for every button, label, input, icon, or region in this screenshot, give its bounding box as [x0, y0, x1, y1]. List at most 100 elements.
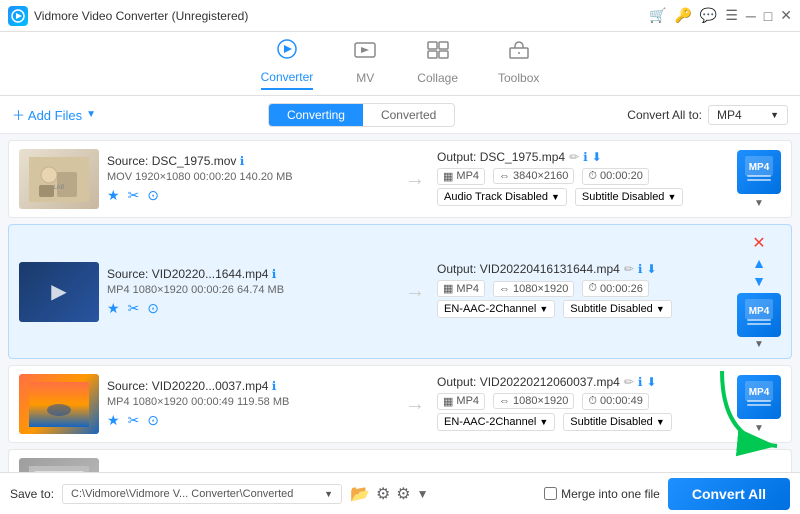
delete-btn-2[interactable]: ✕ [752, 233, 765, 253]
output-track-row-3: EN-AAC-2Channel ▼ Subtitle Disabled ▼ [437, 413, 723, 431]
key-icon[interactable]: 🔑 [674, 7, 691, 24]
chat-icon[interactable]: 💬 [700, 7, 717, 24]
output-download-icon-3[interactable]: ⬇ [646, 375, 656, 389]
audio-track-select-2[interactable]: EN-AAC-2Channel ▼ [437, 300, 555, 318]
output-info-icon-3[interactable]: ℹ [638, 375, 643, 389]
output-track-row-1: Audio Track Disabled ▼ Subtitle Disabled… [437, 188, 723, 206]
arrow-icon-1: → [405, 168, 425, 191]
star-icon-3[interactable]: ★ [107, 412, 120, 429]
merge-checkbox-group: Merge into one file [544, 487, 660, 501]
format-badge-3: ▦ MP4 [437, 393, 485, 410]
cart-icon[interactable]: 🛒 [649, 7, 666, 24]
format-select-dropdown[interactable]: MP4 ▼ [708, 105, 788, 125]
effects-icon-3[interactable]: ⊙ [147, 412, 159, 429]
thumbnail-1: LAB [19, 149, 99, 209]
file-list: LAB Source: DSC_1975.mov ℹ MOV 1920×1080… [0, 134, 800, 472]
play-icon-2: ▶ [51, 279, 66, 304]
up-btn-2[interactable]: ▲ [752, 255, 766, 271]
converted-tab[interactable]: Converted [363, 104, 454, 126]
file-actions-3: ★ ✂ ⊙ [107, 412, 393, 429]
file-source-1: Source: DSC_1975.mov ℹ [107, 154, 393, 168]
minimize-icon[interactable]: ─ [746, 8, 756, 24]
effects-icon-2[interactable]: ⊙ [147, 300, 159, 317]
output-info-3: Output: VID20220212060037.mp4 ✏ ℹ ⬇ ▦ MP… [437, 375, 723, 434]
output-edit-icon-1[interactable]: ✏ [569, 150, 579, 164]
output-track-row-2: EN-AAC-2Channel ▼ Subtitle Disabled ▼ [437, 300, 723, 318]
file-source-2: Source: VID20220...1644.mp4 ℹ [107, 267, 393, 281]
output-info-2: Output: VID20220416131644.mp4 ✏ ℹ ⬇ ▦ MP… [437, 262, 723, 321]
tab-mv[interactable]: MV [353, 39, 377, 89]
audio-track-select-1[interactable]: Audio Track Disabled ▼ [437, 188, 567, 206]
subtitle-select-2[interactable]: Subtitle Disabled ▼ [563, 300, 671, 318]
more-icon[interactable]: ▼ [417, 487, 429, 501]
file-actions-2: ★ ✂ ⊙ [107, 300, 393, 317]
subtitle-select-1[interactable]: Subtitle Disabled ▼ [575, 188, 683, 206]
source-info-icon-3[interactable]: ℹ [272, 379, 277, 393]
file-meta-2: MP4 1080×1920 00:00:26 64.74 MB [107, 284, 393, 296]
app-icon [8, 6, 28, 26]
title-bar-right: 🛒 🔑 💬 ☰ ─ □ ✕ [649, 7, 792, 24]
audio-track-select-3[interactable]: EN-AAC-2Channel ▼ [437, 413, 555, 431]
file-actions-1: ★ ✂ ⊙ [107, 187, 393, 204]
tab-toolbox[interactable]: Toolbox [498, 39, 539, 89]
save-path-dropdown-arrow[interactable]: ▼ [324, 489, 333, 499]
scissors-icon-2[interactable]: ✂ [128, 300, 140, 317]
res-badge-1: ⇔ 3840×2160 [493, 168, 574, 184]
bottom-toolbar-icons: 📂 ⚙ ⚙ ▼ [350, 484, 429, 504]
star-icon-1[interactable]: ★ [107, 187, 120, 204]
star-icon-2[interactable]: ★ [107, 300, 120, 317]
close-icon[interactable]: ✕ [780, 7, 792, 24]
down-btn-2[interactable]: ▼ [752, 273, 766, 289]
output-info-icon-1[interactable]: ℹ [583, 150, 588, 164]
output-source-2: Output: VID20220416131644.mp4 ✏ ℹ ⬇ [437, 262, 723, 276]
output-edit-icon-2[interactable]: ✏ [624, 262, 634, 276]
output-info-icon-2[interactable]: ℹ [638, 262, 643, 276]
add-files-button[interactable]: ＋ Add Files ▼ [12, 105, 96, 124]
app-window: Vidmore Video Converter (Unregistered) 🛒… [0, 0, 800, 514]
arrow-icon-2: → [405, 280, 425, 303]
mv-icon [353, 39, 377, 67]
tab-converter[interactable]: Converter [261, 38, 314, 90]
format-badge-1: ▦ MP4 [437, 168, 485, 185]
file-info-1: Source: DSC_1975.mov ℹ MOV 1920×1080 00:… [107, 154, 393, 204]
file-source-3: Source: VID20220...0037.mp4 ℹ [107, 379, 393, 393]
subtitle-select-3[interactable]: Subtitle Disabled ▼ [563, 413, 671, 431]
converter-icon [275, 38, 299, 66]
output-download-icon-1[interactable]: ⬇ [592, 150, 602, 164]
save-path-display: C:\Vidmore\Vidmore V... Converter\Conver… [62, 484, 342, 504]
mp4-badge-1: MP4 [737, 150, 781, 194]
source-info-icon-1[interactable]: ℹ [240, 154, 245, 168]
output-source-1: Output: DSC_1975.mp4 ✏ ℹ ⬇ [437, 150, 723, 164]
duration-badge-3: ⏱ 00:00:49 [582, 393, 648, 410]
output-row-2: ▦ MP4 ⇔ 1080×1920 ⏱ 00:00:26 [437, 280, 723, 297]
tab-collage[interactable]: Collage [417, 39, 458, 89]
merge-checkbox[interactable] [544, 487, 557, 500]
converting-tab[interactable]: Converting [269, 104, 363, 126]
svg-text:LAB: LAB [53, 185, 64, 191]
output-download-icon-2[interactable]: ⬇ [646, 262, 656, 276]
maximize-icon[interactable]: □ [764, 8, 772, 24]
output-edit-icon-3[interactable]: ✏ [624, 375, 634, 389]
thumbnail-4 [19, 458, 99, 472]
file-meta-1: MOV 1920×1080 00:00:20 140.20 MB [107, 171, 393, 183]
arrow-icon-3: → [405, 393, 425, 416]
green-arrow-indicator [712, 361, 792, 464]
res-badge-3: ⇔ 1080×1920 [493, 393, 574, 409]
settings2-icon[interactable]: ⚙ [396, 484, 410, 504]
open-folder-icon[interactable]: 📂 [350, 484, 370, 504]
effects-icon-1[interactable]: ⊙ [147, 187, 159, 204]
format-select-value: MP4 [717, 108, 742, 122]
source-info-icon-2[interactable]: ℹ [272, 267, 277, 281]
add-files-dropdown-icon[interactable]: ▼ [86, 109, 96, 120]
convert-all-button[interactable]: Convert All [668, 478, 790, 510]
merge-label: Merge into one file [561, 487, 660, 501]
settings-icon[interactable]: ⚙ [376, 484, 390, 504]
menu-icon[interactable]: ☰ [725, 7, 738, 24]
title-bar-left: Vidmore Video Converter (Unregistered) [8, 6, 248, 26]
scissors-icon-1[interactable]: ✂ [128, 187, 140, 204]
format-dropdown-btn-2[interactable]: ▼ [754, 339, 764, 350]
app-title: Vidmore Video Converter (Unregistered) [34, 9, 248, 23]
scissors-icon-3[interactable]: ✂ [128, 412, 140, 429]
format-dropdown-btn-1[interactable]: ▼ [754, 198, 764, 209]
file-item-3: Source: VID20220...0037.mp4 ℹ MP4 1080×1… [8, 365, 792, 443]
